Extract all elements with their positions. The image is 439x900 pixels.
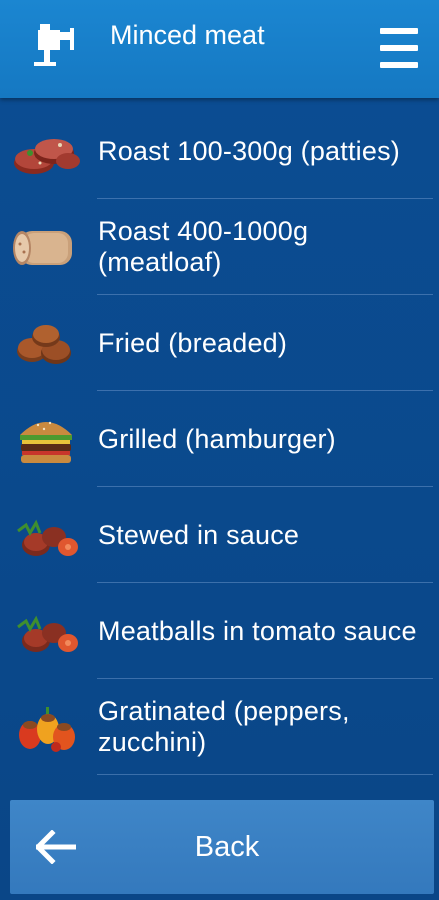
- hamburger-menu-icon[interactable]: [380, 28, 418, 68]
- back-button[interactable]: Back: [10, 800, 434, 894]
- back-button-label: Back: [194, 830, 260, 863]
- cooking-options-list: Roast 100-300g (patties) Roast 400-1000g…: [0, 103, 439, 775]
- stewed-meat-icon: [17, 519, 78, 556]
- list-item[interactable]: Roast 400-1000g (meatloaf): [0, 199, 439, 295]
- divider: [97, 774, 433, 775]
- list-item[interactable]: Roast 100-300g (patties): [0, 103, 439, 199]
- list-item-label: Stewed in sauce: [98, 519, 300, 550]
- list-item-label: Roast 100-300g (patties): [98, 135, 400, 166]
- app-screen: Minced meat Roast 100-300g (patties) Roa…: [0, 0, 439, 900]
- header-bar: Minced meat: [0, 0, 439, 98]
- list-item-label: Grilled (hamburger): [98, 423, 336, 454]
- stuffed-peppers-icon: [19, 707, 75, 752]
- list-item[interactable]: Gratinated (peppers, zucchini): [0, 679, 439, 775]
- list-item-label: Fried (breaded): [98, 327, 288, 358]
- list-item[interactable]: Stewed in sauce: [0, 487, 439, 583]
- list-item[interactable]: Grilled (hamburger): [0, 391, 439, 487]
- meat-grinder-icon: [34, 24, 74, 66]
- list-item-label: Roast 400-1000g (meatloaf): [98, 216, 309, 277]
- meatballs-icon: [17, 615, 78, 652]
- list-item[interactable]: Meatballs in tomato sauce: [0, 583, 439, 679]
- breaded-patties-icon: [17, 325, 71, 364]
- meatloaf-icon: [13, 231, 72, 265]
- list-item-label: Gratinated (peppers, zucchini): [98, 696, 350, 757]
- patties-icon: [14, 139, 80, 174]
- list-item[interactable]: Fried (breaded): [0, 295, 439, 391]
- list-item-label: Meatballs in tomato sauce: [98, 615, 417, 646]
- page-title: Minced meat: [110, 20, 265, 50]
- hamburger-icon: [20, 421, 72, 463]
